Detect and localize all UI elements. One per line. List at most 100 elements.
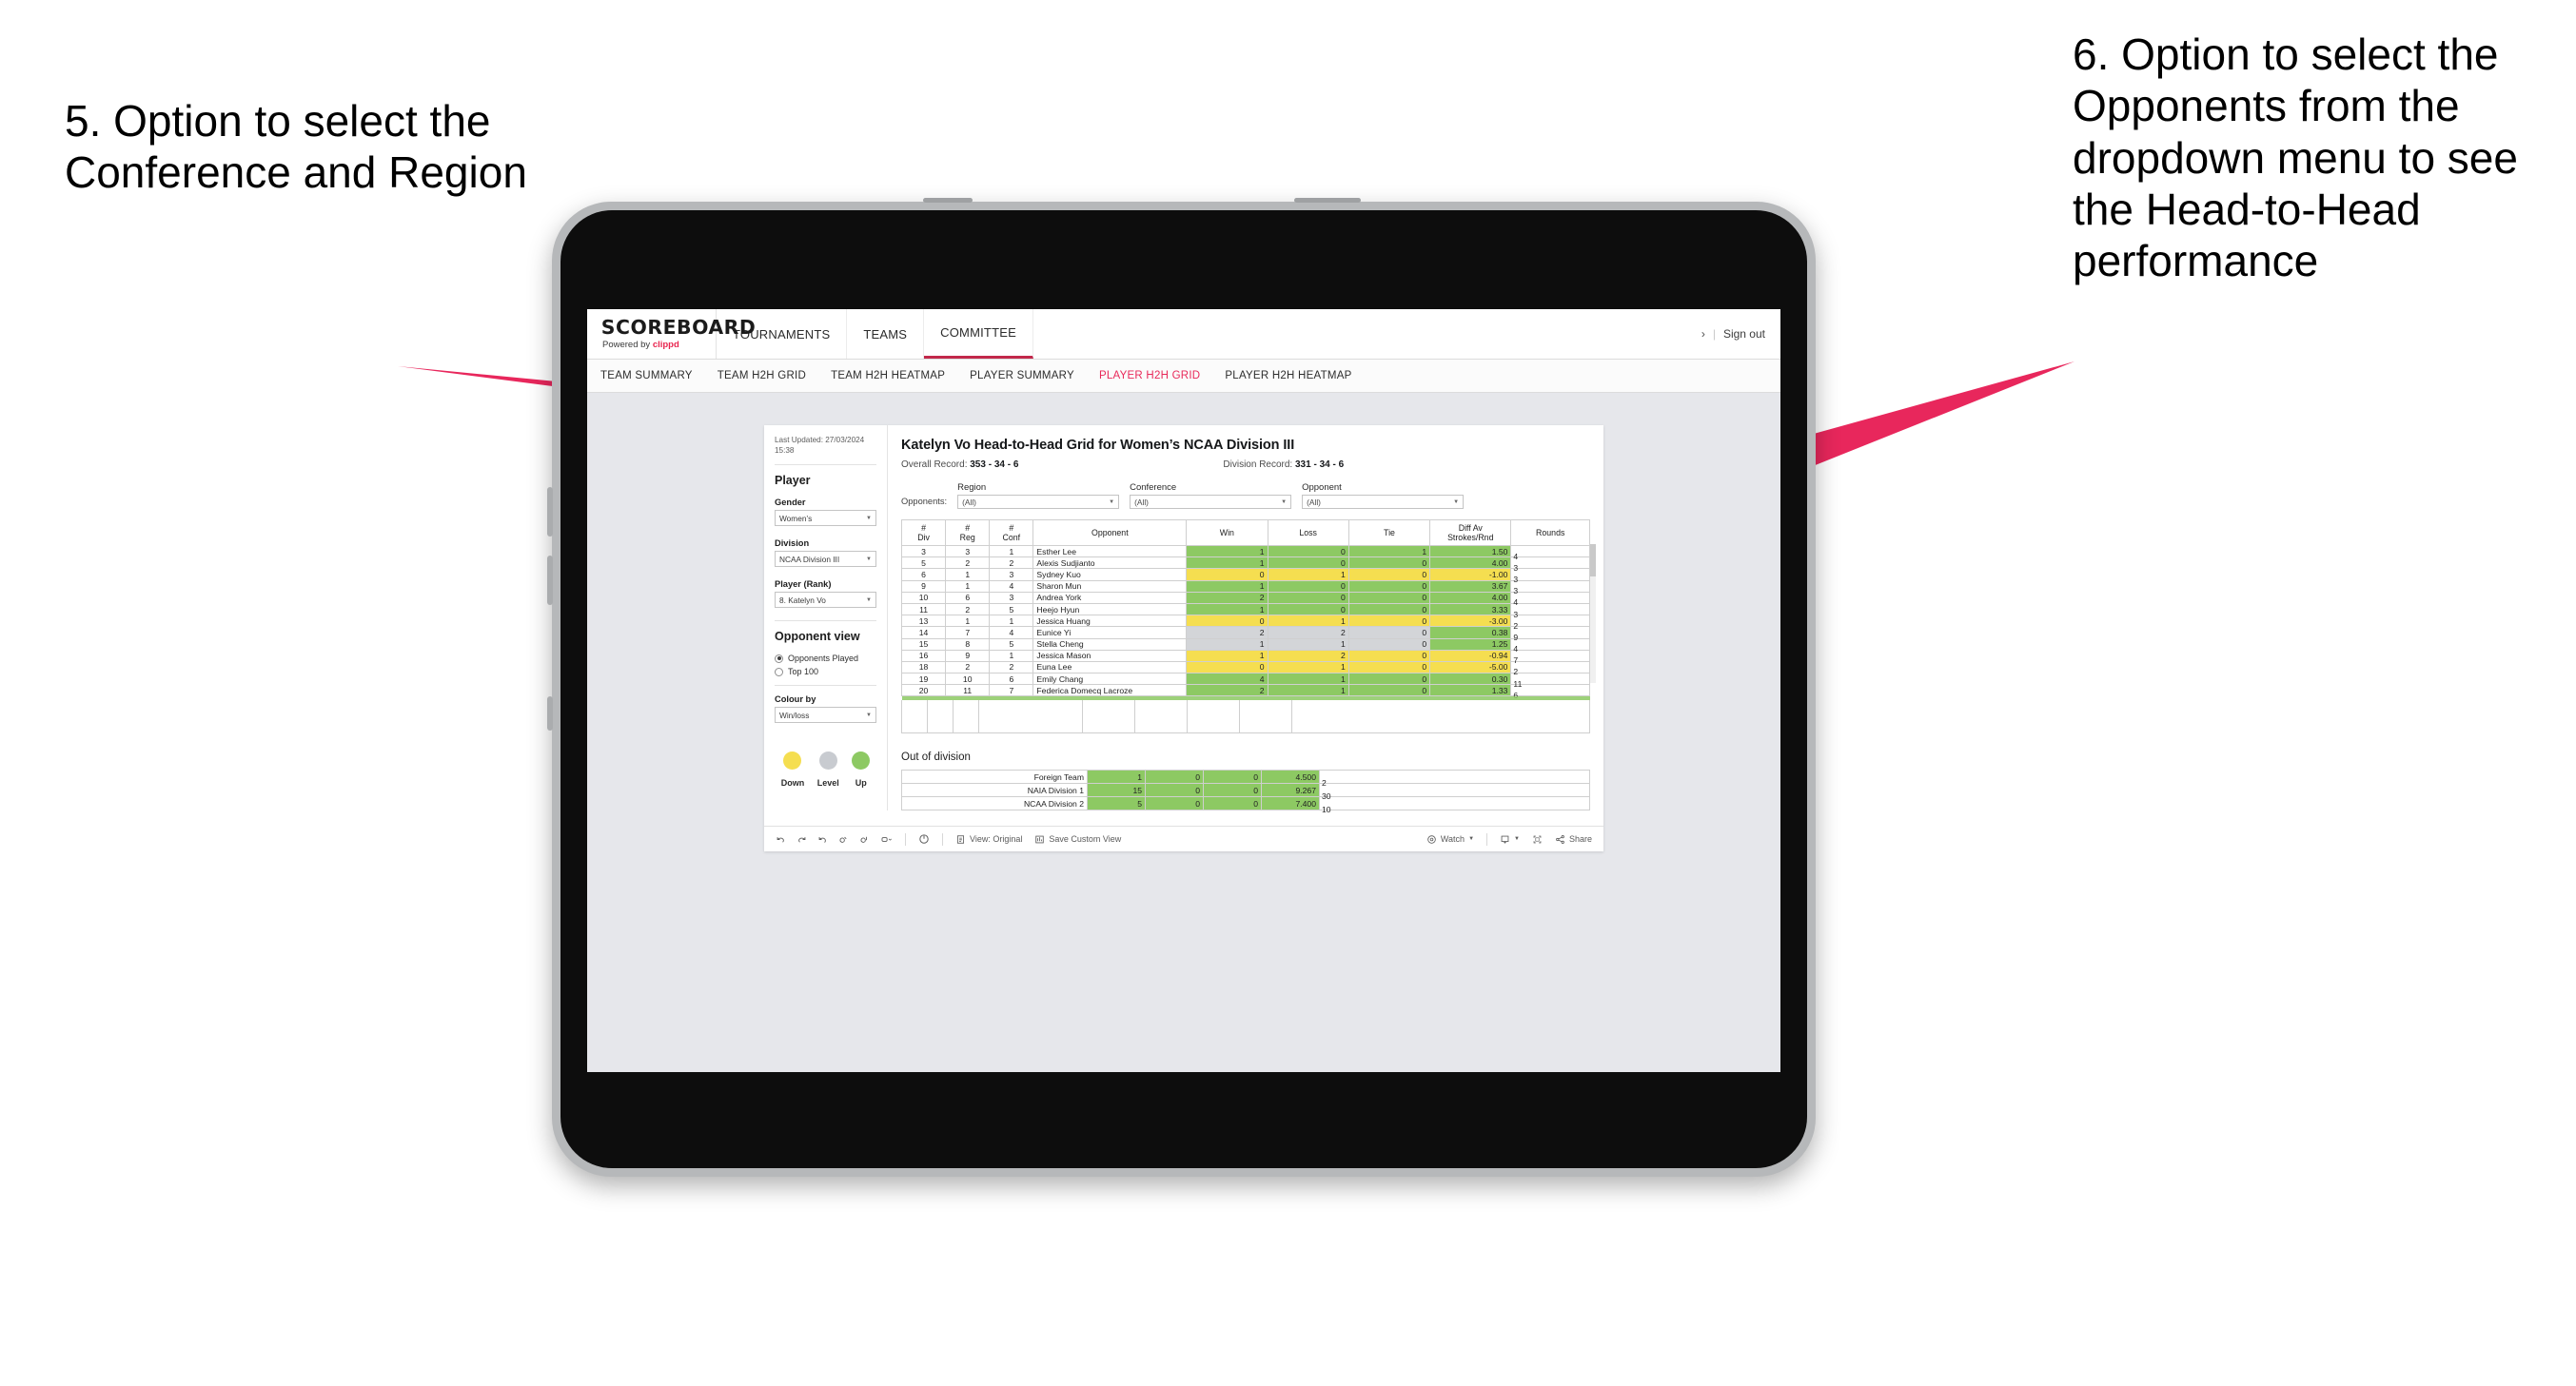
save-custom-view-button[interactable]: Save Custom View	[1034, 834, 1121, 845]
view-original-button[interactable]: View: Original	[955, 834, 1022, 845]
undo-icon[interactable]	[776, 834, 786, 845]
cell-rounds: 3	[1510, 568, 1590, 584]
chevron-down-icon: ▼	[1453, 498, 1460, 505]
table-row[interactable]: 15 8 5 Stella Cheng 1 1 0 1.25 4	[900, 637, 1590, 654]
col-tie[interactable]: Tie	[1347, 519, 1431, 546]
out-of-division-body: Foreign Team 1 0 0 4.500 2 NAIA Division 1 15 0 0…	[901, 770, 1590, 814]
table-row[interactable]: NCAA Division 2 5 0 0 7.400 10	[901, 796, 1590, 814]
legend-item-up: Up	[852, 752, 871, 788]
subnav-team-h2h-heatmap[interactable]: TEAM H2H HEATMAP	[831, 370, 945, 381]
region-select[interactable]: (All) ▼	[957, 495, 1120, 509]
radio-top-100[interactable]: Top 100	[775, 667, 876, 676]
rounds-value: 4	[1513, 644, 1519, 654]
legend-item-level: Level	[817, 752, 839, 788]
cell-diff: 0.38	[1429, 626, 1512, 639]
colour-by-select[interactable]: Win/loss ▼	[775, 707, 876, 724]
undo-all-icon[interactable]	[880, 834, 893, 845]
cell-tie: 0	[1347, 673, 1431, 686]
table-row[interactable]: 5 2 2 Alexis Sudjianto 1 0 0 4.00 3	[900, 556, 1590, 573]
cell-loss: 1	[1267, 673, 1349, 686]
cell-opponent: Alexis Sudjianto	[1032, 556, 1188, 570]
watch-button[interactable]: Watch ▼	[1426, 834, 1474, 845]
table-row[interactable]: 20 11 7 Federica Domecq Lacroze 2 1 0 1.33 6	[900, 684, 1590, 700]
radio-opponents-played[interactable]: Opponents Played	[775, 654, 876, 663]
rounds-value: 3	[1513, 586, 1519, 596]
revert-icon[interactable]	[817, 834, 828, 845]
download-button[interactable]: ▼	[1500, 834, 1520, 845]
subnav-team-summary[interactable]: TEAM SUMMARY	[600, 370, 693, 381]
player-rank-select[interactable]: 8. Katelyn Vo ▼	[775, 592, 876, 609]
brand-logo[interactable]: SCOREBOARD Powered by clippd	[587, 309, 756, 359]
pause-auto-updates-icon[interactable]	[918, 833, 930, 845]
table-row[interactable]: 19 10 6 Emily Chang 4 1 0 0.30 11	[900, 673, 1590, 689]
cell-diff: -1.00	[1429, 568, 1512, 581]
opponent-select[interactable]: (All) ▼	[1302, 495, 1465, 509]
cell-win: 1	[1186, 649, 1268, 662]
cell-diff: 3.33	[1429, 602, 1512, 616]
table-row[interactable]: NAIA Division 1 15 0 0 9.267 30	[901, 783, 1590, 801]
table-row[interactable]: 14 7 4 Eunice Yi 2 2 0 0.38 9	[900, 626, 1590, 642]
col-opponent[interactable]: Opponent	[1032, 519, 1188, 546]
division-select[interactable]: NCAA Division III ▼	[775, 551, 876, 568]
col-reg-line2: Reg	[959, 533, 975, 542]
redo-icon[interactable]	[796, 834, 807, 845]
rounds-value: 11	[1513, 678, 1523, 689]
cell-diff: 3.67	[1429, 579, 1512, 593]
conference-select[interactable]: (All) ▼	[1130, 495, 1292, 509]
rounds-value: 10	[1322, 804, 1331, 814]
table-row[interactable]: Foreign Team 1 0 0 4.500 2	[901, 770, 1590, 788]
col-loss[interactable]: Loss	[1267, 519, 1349, 546]
table-row[interactable]: 6 1 3 Sydney Kuo 0 1 0 -1.00 3	[900, 568, 1590, 584]
cell-div: 6	[900, 568, 947, 581]
division-record: Division Record: 331 - 34 - 6	[1223, 459, 1344, 470]
opponent-filter: Opponent (All) ▼	[1302, 482, 1465, 509]
share-button[interactable]: Share	[1555, 834, 1592, 845]
cell-opponent: Federica Domecq Lacroze	[1032, 684, 1188, 697]
share-icon	[1556, 834, 1564, 844]
col-conf[interactable]: # Conf	[989, 519, 1034, 546]
overall-record-value: 353 - 34 - 6	[970, 459, 1019, 470]
cell-rounds: 4	[1510, 544, 1590, 561]
volume-button-up[interactable]	[547, 487, 553, 537]
subnav-player-h2h-grid[interactable]: PLAYER H2H GRID	[1099, 370, 1200, 381]
cell-conf: 4	[989, 579, 1034, 593]
col-win[interactable]: Win	[1186, 519, 1268, 546]
page-title: Katelyn Vo Head-to-Head Grid for Women’s…	[901, 438, 1295, 453]
region-filter-title: Region	[957, 482, 987, 493]
cell-loss: 0	[1145, 783, 1204, 798]
legend-label: Down	[780, 778, 805, 789]
col-rounds[interactable]: Rounds	[1510, 519, 1590, 546]
table-row[interactable]: 3 3 1 Esther Lee 1 0 1 1.50 4	[900, 544, 1590, 561]
table-row[interactable]: 16 9 1 Jessica Mason 1 2 0 -0.94 7	[900, 649, 1590, 665]
col-reg[interactable]: # Reg	[945, 519, 991, 546]
subnav-team-h2h-grid[interactable]: TEAM H2H GRID	[718, 370, 806, 381]
refresh-icon[interactable]	[838, 834, 849, 845]
nav-teams[interactable]: TEAMS	[847, 309, 925, 359]
col-div[interactable]: # Div	[900, 519, 947, 546]
table-row[interactable]: 9 1 4 Sharon Mun 1 0 0 3.67 3	[900, 579, 1590, 595]
legend-swatch-up	[852, 752, 871, 771]
gender-select[interactable]: Women’s ▼	[775, 510, 876, 527]
legend-swatch-level	[818, 752, 837, 771]
grid-vertical-scrollbar[interactable]	[1590, 544, 1596, 683]
radio-label: Opponents Played	[788, 654, 859, 664]
table-row[interactable]: 10 6 3 Andrea York 2 0 0 4.00 4	[900, 591, 1590, 607]
col-diff-av-strokes[interactable]: Diff Av Strokes/Rnd	[1429, 519, 1512, 546]
sign-out-link[interactable]: Sign out	[1723, 327, 1765, 341]
watch-label: Watch	[1440, 834, 1465, 845]
nav-committee[interactable]: COMMITTEE	[924, 309, 1033, 359]
cell-rounds: 3	[1510, 556, 1590, 573]
col-conf-line1: #	[1009, 522, 1014, 533]
volume-button-down[interactable]	[547, 556, 553, 605]
subnav-player-h2h-heatmap[interactable]: PLAYER H2H HEATMAP	[1225, 370, 1351, 381]
divider	[775, 685, 876, 687]
table-row[interactable]: 13 1 1 Jessica Huang 0 1 0 -3.00 2	[900, 615, 1590, 631]
subnav-player-summary[interactable]: PLAYER SUMMARY	[970, 370, 1074, 381]
scrollbar-thumb[interactable]	[1590, 544, 1596, 576]
table-row[interactable]: 11 2 5 Heejo Hyun 1 0 0 3.33 3	[900, 602, 1590, 619]
fullscreen-icon[interactable]	[1532, 834, 1543, 845]
power-button[interactable]	[547, 696, 553, 731]
chevron-right-icon[interactable]: ›	[1701, 327, 1705, 341]
table-row[interactable]: 18 2 2 Euna Lee 0 1 0 -5.00 2	[900, 660, 1590, 676]
pause-refresh-icon[interactable]	[859, 834, 870, 845]
